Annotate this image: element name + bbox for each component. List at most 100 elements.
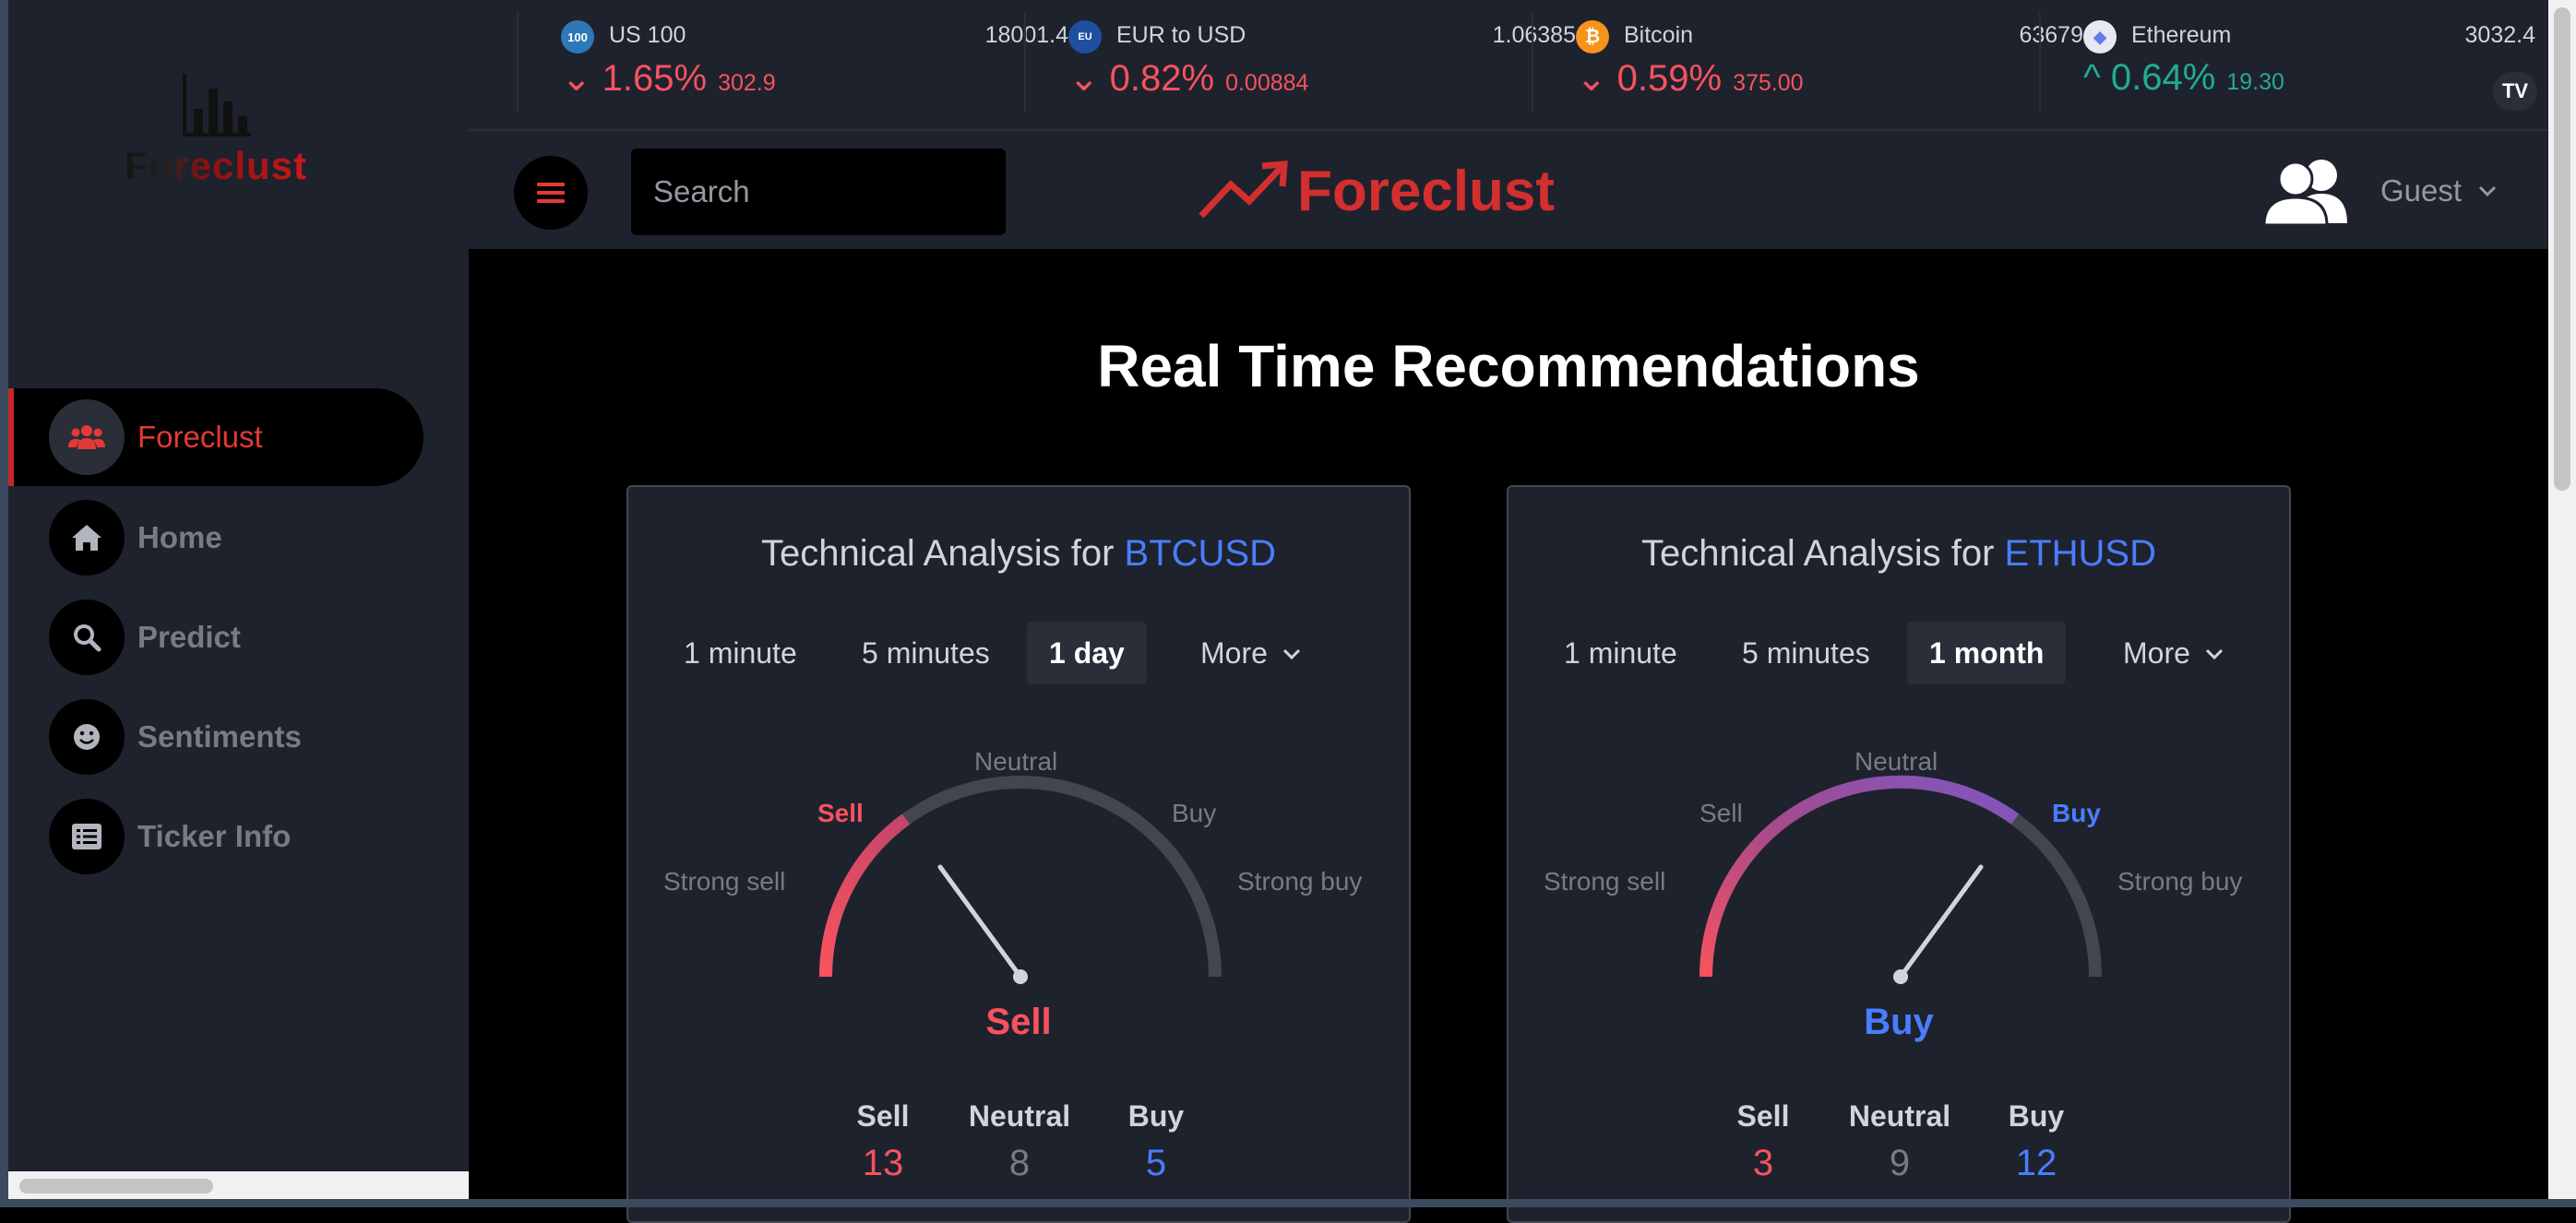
technical-analysis-card-ethusd: Technical Analysis for ETHUSD 1 minute 5… (1507, 485, 2291, 1223)
ticker-change-pct: 0.82% (1109, 58, 1215, 99)
card-symbol-link[interactable]: BTCUSD (1125, 533, 1276, 574)
tab-more[interactable]: More (2101, 622, 2246, 684)
count-neutral: Neutral 8 (946, 1099, 1093, 1184)
sidebar-item-label: Foreclust (137, 420, 263, 454)
count-neutral: Neutral 9 (1826, 1099, 1974, 1184)
search-icon (49, 600, 125, 675)
count-sell-value: 13 (862, 1143, 904, 1183)
ticker-price: 3032.4 (2464, 22, 2535, 48)
ticker-change-pct: 0.59% (1616, 58, 1723, 99)
count-sell: Sell 3 (1689, 1099, 1837, 1184)
ticker-change: ^ 0.64% 19.30 (2083, 57, 2284, 99)
tab-1-month[interactable]: 1 month (1907, 622, 2067, 684)
card-title: Technical Analysis for BTCUSD (628, 533, 1409, 575)
ticker-change: ⌄ 0.59% 375.00 (1576, 57, 1804, 100)
chevron-down-icon (2478, 185, 2497, 197)
ticker-change-abs: 19.30 (2226, 69, 2284, 95)
header-brand-text: Foreclust (1297, 159, 1556, 223)
tab-1-day[interactable]: 1 day (1027, 622, 1147, 684)
bitcoin-icon: ₿ (1576, 20, 1609, 53)
ticker-price: 63679 (2019, 22, 2083, 48)
tab-more-label: More (2123, 636, 2190, 670)
sidebar-item-label: Home (137, 520, 222, 554)
timeframe-tabs: 1 minute 5 minutes 1 day More (628, 622, 1409, 684)
chevron-down-icon: ⌄ (1576, 58, 1617, 99)
technical-analysis-card-btcusd: Technical Analysis for BTCUSD 1 minute 5… (626, 485, 1411, 1223)
tab-1-minute[interactable]: 1 minute (662, 622, 819, 684)
sidebar-item-foreclust[interactable]: Foreclust (8, 388, 423, 486)
tradingview-logo-icon[interactable]: TV (2493, 72, 2537, 111)
count-buy: Buy 5 (1082, 1099, 1230, 1184)
window-frame-left (0, 0, 8, 1207)
count-sell-label: Sell (856, 1099, 910, 1133)
horizontal-scrollbar[interactable] (8, 1171, 469, 1199)
timeframe-tabs: 1 minute 5 minutes 1 month More (1509, 622, 2289, 684)
home-icon (49, 500, 125, 576)
sidebar-logo[interactable]: Foreclust (114, 72, 317, 210)
ticker-item-ethereum[interactable]: ◆ Ethereum 3032.4 ^ 0.64% 19.30 (2083, 0, 2535, 129)
search-input[interactable] (631, 148, 1006, 235)
ticker-item-bitcoin[interactable]: ₿ Bitcoin 63679 ⌄ 0.59% 375.00 (1576, 0, 2083, 129)
page-title: Real Time Recommendations (1097, 333, 1920, 399)
tab-1-minute[interactable]: 1 minute (1542, 622, 1699, 684)
chevron-down-icon (2205, 648, 2223, 660)
chevron-down-icon (1282, 648, 1300, 660)
tab-more[interactable]: More (1178, 622, 1323, 684)
ticker-change-abs: 302.9 (718, 70, 776, 96)
bar-chart-icon (183, 74, 251, 137)
ticker-name: Ethereum (2131, 22, 2232, 48)
vertical-scrollbar-thumb[interactable] (2554, 7, 2570, 491)
sidebar-item-ticker-info[interactable]: Ticker Info (8, 787, 469, 886)
smiley-icon (49, 699, 125, 775)
count-buy-label: Buy (1127, 1099, 1185, 1133)
rating-gauge: Strong sell Sell Neutral Buy Strong buy (628, 718, 1413, 1031)
count-buy: Buy 12 (1962, 1099, 2110, 1184)
user-menu[interactable]: Guest (2259, 149, 2497, 232)
count-neutral-value: 9 (1889, 1143, 1911, 1183)
header-brand[interactable]: Foreclust (1198, 149, 1555, 232)
gauge-label-sell: Sell (817, 799, 864, 827)
sidebar-item-home[interactable]: Home (8, 488, 469, 588)
gauge-label-neutral: Neutral (1854, 747, 1938, 776)
ticker-name: EUR to USD (1116, 22, 1246, 48)
horizontal-scrollbar-thumb[interactable] (19, 1179, 213, 1193)
gauge-label-strong-sell: Strong sell (663, 867, 786, 896)
sidebar-item-predict[interactable]: Predict (8, 588, 469, 687)
count-sell-value: 3 (1752, 1143, 1774, 1183)
card-title-prefix: Technical Analysis for (761, 533, 1125, 574)
card-title: Technical Analysis for ETHUSD (1509, 533, 2289, 575)
rating-verdict: Buy (1864, 1002, 1934, 1042)
tab-5-minutes[interactable]: 5 minutes (1720, 622, 1892, 684)
sidebar-item-label: Sentiments (137, 719, 302, 754)
ticker-tape: 100 US 100 18001.4 ⌄ 1.65% 302.9 EU EUR t… (469, 0, 2548, 131)
menu-toggle-button[interactable] (514, 156, 588, 230)
count-sell-label: Sell (1736, 1099, 1790, 1133)
ticker-separator (1532, 13, 1533, 113)
ticker-change-pct: 1.65% (602, 58, 708, 99)
sidebar-logo-text: Foreclust (114, 144, 317, 188)
user-name: Guest (2380, 173, 2463, 208)
gauge-label-strong-sell: Strong sell (1544, 867, 1666, 896)
ticker-item-eurusd[interactable]: EU EUR to USD 1.06385 ⌄ 0.82% 0.00884 (1068, 0, 1576, 129)
top-header: Foreclust Guest (469, 131, 2548, 249)
ticker-separator (1024, 13, 1026, 113)
sidebar-item-sentiments[interactable]: Sentiments (8, 687, 469, 787)
count-sell: Sell 13 (809, 1099, 957, 1184)
rating-gauge: Strong sell Sell Neutral Buy Strong buy (1509, 718, 2293, 1031)
ticker-name: US 100 (609, 22, 686, 48)
count-neutral-label: Neutral (968, 1099, 1071, 1133)
sidebar-item-label: Predict (137, 620, 241, 654)
count-buy-label: Buy (2008, 1099, 2065, 1133)
window-frame-bottom (0, 1199, 2576, 1207)
trending-up-icon (1199, 160, 1288, 219)
gauge-label-strong-buy: Strong buy (2117, 867, 2243, 896)
ticker-change-abs: 375.00 (1733, 70, 1804, 96)
ticker-item-us100[interactable]: 100 US 100 18001.4 ⌄ 1.65% 302.9 (561, 0, 1068, 129)
user-group-icon (2262, 160, 2347, 225)
card-symbol-link[interactable]: ETHUSD (2005, 533, 2156, 574)
ticker-change-pct: 0.64% (2110, 57, 2216, 98)
chevron-down-icon: ⌄ (561, 58, 602, 99)
tab-5-minutes[interactable]: 5 minutes (840, 622, 1012, 684)
rating-verdict: Sell (985, 1002, 1052, 1042)
ticker-change: ⌄ 1.65% 302.9 (561, 57, 776, 100)
